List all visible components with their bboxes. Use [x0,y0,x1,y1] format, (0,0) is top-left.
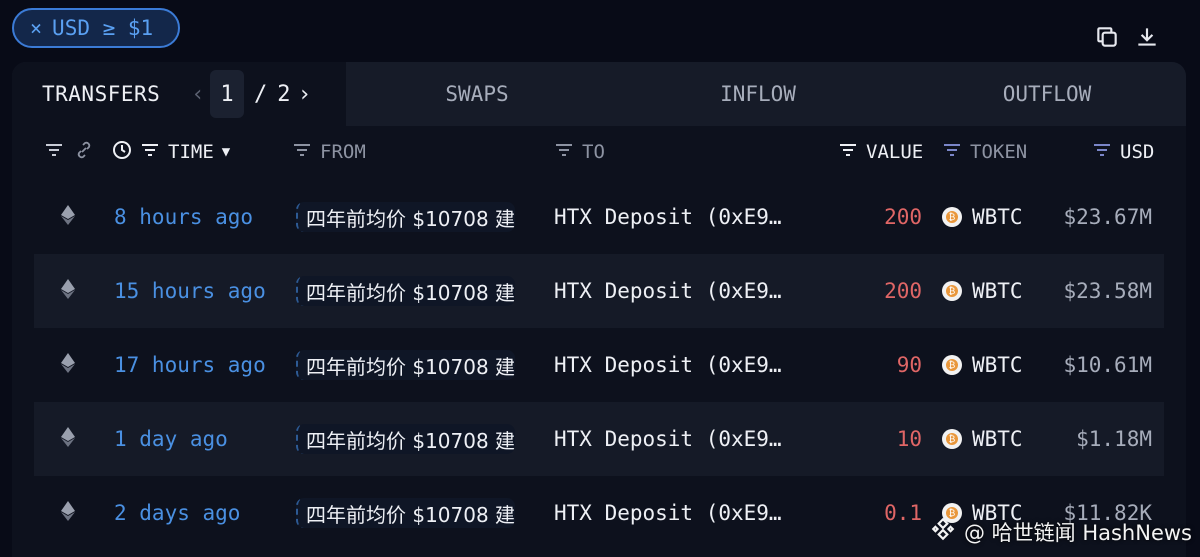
remove-filter-icon[interactable]: × [30,16,42,40]
filter-icon[interactable] [838,140,858,165]
filter-icon[interactable] [140,140,160,165]
usd-value: $23.67M [1063,205,1152,229]
chevron-left-icon[interactable]: ‹ [186,82,210,107]
time-link[interactable]: 1 day ago [114,402,228,476]
tab-transfers-label: TRANSFERS [42,82,161,106]
ethereum-icon [61,426,75,452]
from-address[interactable]: 四年前均价 $10708 建 [296,350,516,380]
wbtc-icon: ₿ [942,281,962,301]
tab-transfers[interactable]: TRANSFERS ‹ 1 / 2 › [12,62,346,126]
time-link[interactable]: 2 days ago [114,476,240,550]
time-link[interactable]: 15 hours ago [114,254,266,328]
binance-logo-icon [930,516,956,547]
tab-inflow[interactable]: INFLOW [608,62,908,126]
link-icon[interactable] [74,140,94,165]
to-address[interactable]: HTX Deposit (0xE9… [554,180,782,254]
ethereum-icon [61,204,75,230]
pagination: ‹ 1 / 2 › [186,70,319,118]
column-header-time[interactable]: TIME [168,141,214,163]
column-header-from[interactable]: FROM [320,141,366,163]
table-row[interactable]: 8 hours ago 四年前均价 $10708 建 HTX Deposit (… [12,180,1186,254]
value: 90 [896,353,922,377]
ethereum-icon [61,352,75,378]
column-header-token[interactable]: TOKEN [970,141,1027,163]
wbtc-icon: ₿ [942,429,962,449]
ethereum-icon [61,278,75,304]
time-link[interactable]: 17 hours ago [114,328,266,402]
value: 200 [884,279,922,303]
tab-swaps[interactable]: SWAPS [346,62,608,126]
copy-icon[interactable] [1094,24,1120,54]
total-pages: 2 [277,81,291,107]
wbtc-icon: ₿ [942,355,962,375]
table-row[interactable]: 17 hours ago 四年前均价 $10708 建 HTX Deposit … [12,328,1186,402]
filter-icon[interactable] [942,140,962,165]
from-address[interactable]: 四年前均价 $10708 建 [296,498,516,528]
usd-value: $1.18M [1076,427,1152,451]
to-address[interactable]: HTX Deposit (0xE9… [554,254,782,328]
page-separator: / [254,81,268,107]
table-header: TIME ▼ FROM TO VALUE TOKEN USD [12,126,1186,178]
watermark: @ 哈世链闻 HashNews [930,516,1192,547]
time-link[interactable]: 8 hours ago [114,180,253,254]
transfers-panel: TRANSFERS ‹ 1 / 2 › SWAPS INFLOW OUTFLOW… [12,62,1186,557]
sort-down-icon[interactable]: ▼ [222,144,230,160]
column-header-value[interactable]: VALUE [866,141,923,163]
usd-filter-chip[interactable]: × USD ≥ $1 [12,8,180,48]
table-row[interactable]: 1 day ago 四年前均价 $10708 建 HTX Deposit (0x… [34,402,1164,476]
filter-icon[interactable] [554,140,574,165]
from-address[interactable]: 四年前均价 $10708 建 [296,202,516,232]
column-header-usd[interactable]: USD [1120,141,1154,163]
usd-value: $10.61M [1063,353,1152,377]
usd-value: $23.58M [1063,279,1152,303]
value: 0.1 [884,501,922,525]
tab-outflow[interactable]: OUTFLOW [908,62,1186,126]
watermark-text: @ 哈世链闻 HashNews [963,520,1192,545]
filter-icon[interactable] [292,140,312,165]
filter-icon[interactable] [44,140,64,165]
current-page[interactable]: 1 [210,70,244,118]
tab-bar: TRANSFERS ‹ 1 / 2 › SWAPS INFLOW OUTFLOW [12,62,1186,126]
filter-icon[interactable] [1092,140,1112,165]
clock-icon [112,140,132,165]
ethereum-icon [61,500,75,526]
to-address[interactable]: HTX Deposit (0xE9… [554,328,782,402]
wbtc-icon: ₿ [942,207,962,227]
table-row[interactable]: 15 hours ago 四年前均价 $10708 建 HTX Deposit … [34,254,1164,328]
column-header-to[interactable]: TO [582,141,605,163]
filter-label: USD ≥ $1 [52,16,154,40]
to-address[interactable]: HTX Deposit (0xE9… [554,402,782,476]
download-icon[interactable] [1134,24,1160,54]
value: 10 [896,427,922,451]
transfers-table: 8 hours ago 四年前均价 $10708 建 HTX Deposit (… [12,180,1186,550]
to-address[interactable]: HTX Deposit (0xE9… [554,476,782,550]
from-address[interactable]: 四年前均价 $10708 建 [296,276,516,306]
chevron-right-icon[interactable]: › [291,82,319,107]
from-address[interactable]: 四年前均价 $10708 建 [296,424,516,454]
value: 200 [884,205,922,229]
